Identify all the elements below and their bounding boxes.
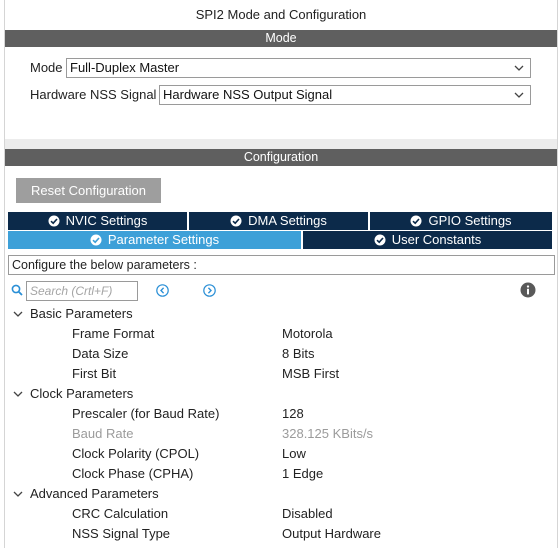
param-name: Clock Polarity (CPOL)	[72, 446, 200, 461]
tab-label: GPIO Settings	[428, 213, 512, 228]
check-circle-icon	[374, 234, 386, 246]
mode-section-header: Mode	[5, 30, 557, 47]
tab-label: NVIC Settings	[65, 213, 148, 228]
nss-label: Hardware NSS Signal	[30, 87, 157, 102]
nss-select[interactable]: Hardware NSS Output Signal	[159, 85, 531, 105]
param-name: Frame Format	[72, 326, 155, 341]
param-name: Prescaler (for Baud Rate)	[72, 406, 220, 421]
mode-select[interactable]: Full-Duplex Master	[66, 58, 531, 78]
param-value: Disabled	[282, 506, 333, 521]
param-name: Baud Rate	[72, 426, 134, 441]
tab-parameter-settings[interactable]: Parameter Settings	[8, 231, 301, 249]
configure-instruction: Configure the below parameters :	[8, 255, 555, 275]
nss-select-value: Hardware NSS Output Signal	[163, 87, 333, 102]
param-row-frame-format[interactable]: Frame Format Motorola	[5, 324, 557, 344]
section-divider	[5, 139, 557, 149]
param-name: Clock Phase (CPHA)	[72, 466, 194, 481]
group-advanced-parameters[interactable]: Advanced Parameters	[5, 484, 557, 504]
param-name: Data Size	[72, 346, 129, 361]
arrow-right-circle-icon[interactable]	[203, 284, 216, 297]
group-label: Clock Parameters	[30, 386, 134, 401]
tab-label: User Constants	[391, 232, 482, 247]
param-row-clock-polarity[interactable]: Clock Polarity (CPOL) Low	[5, 444, 557, 464]
tab-nvic-settings[interactable]: NVIC Settings	[8, 212, 187, 230]
param-value: Low	[282, 446, 306, 461]
param-row-first-bit[interactable]: First Bit MSB First	[5, 364, 557, 384]
param-name: First Bit	[72, 366, 117, 381]
mode-label: Mode	[30, 60, 63, 75]
param-row-prescaler[interactable]: Prescaler (for Baud Rate) 128	[5, 404, 557, 424]
tab-label: Parameter Settings	[107, 232, 220, 247]
param-value: 328.125 KBits/s	[282, 426, 374, 441]
param-value: MSB First	[282, 366, 340, 381]
param-row-nss-signal-type[interactable]: NSS Signal Type Output Hardware	[5, 524, 557, 544]
param-row-crc-calculation[interactable]: CRC Calculation Disabled	[5, 504, 557, 524]
check-circle-icon	[48, 215, 60, 227]
param-value: 8 Bits	[282, 346, 315, 361]
search-toolbar: Search (Crtl+F)	[5, 280, 557, 302]
param-name: NSS Signal Type	[72, 526, 171, 541]
search-icon	[11, 284, 23, 296]
param-row-baud-rate: Baud Rate 328.125 KBits/s	[5, 424, 557, 444]
check-circle-icon	[410, 215, 422, 227]
spi2-config-panel: SPI2 Mode and Configuration Mode Mode Fu…	[4, 0, 558, 548]
tab-dma-settings[interactable]: DMA Settings	[189, 212, 368, 230]
search-input[interactable]: Search (Crtl+F)	[26, 281, 138, 301]
mode-row: Mode Full-Duplex Master	[5, 57, 557, 79]
chevron-down-icon	[514, 92, 524, 98]
reset-configuration-button[interactable]: Reset Configuration	[16, 178, 161, 203]
mode-select-value: Full-Duplex Master	[70, 60, 180, 75]
chevron-down-icon	[13, 491, 23, 497]
tab-gpio-settings[interactable]: GPIO Settings	[370, 212, 552, 230]
arrow-left-circle-icon[interactable]	[156, 284, 169, 297]
group-label: Advanced Parameters	[30, 486, 159, 501]
param-value: Output Hardware	[282, 526, 381, 541]
group-clock-parameters[interactable]: Clock Parameters	[5, 384, 557, 404]
param-value: Motorola	[282, 326, 333, 341]
panel-title: SPI2 Mode and Configuration	[195, 7, 367, 22]
chevron-down-icon	[13, 391, 23, 397]
param-row-clock-phase[interactable]: Clock Phase (CPHA) 1 Edge	[5, 464, 557, 484]
tab-user-constants[interactable]: User Constants	[303, 231, 552, 249]
nss-row: Hardware NSS Signal Hardware NSS Output …	[5, 84, 557, 106]
param-row-data-size[interactable]: Data Size 8 Bits	[5, 344, 557, 364]
configuration-section-header: Configuration	[5, 149, 557, 166]
check-circle-icon	[230, 215, 242, 227]
search-placeholder: Search (Crtl+F)	[30, 284, 113, 298]
group-basic-parameters[interactable]: Basic Parameters	[5, 304, 557, 324]
param-name: CRC Calculation	[72, 506, 169, 521]
check-circle-icon	[90, 234, 102, 246]
tab-label: DMA Settings	[248, 213, 327, 228]
chevron-down-icon	[514, 65, 524, 71]
param-value: 128	[282, 406, 304, 421]
group-label: Basic Parameters	[30, 306, 133, 321]
info-icon[interactable]	[520, 282, 536, 298]
chevron-down-icon	[13, 311, 23, 317]
param-value: 1 Edge	[282, 466, 324, 481]
